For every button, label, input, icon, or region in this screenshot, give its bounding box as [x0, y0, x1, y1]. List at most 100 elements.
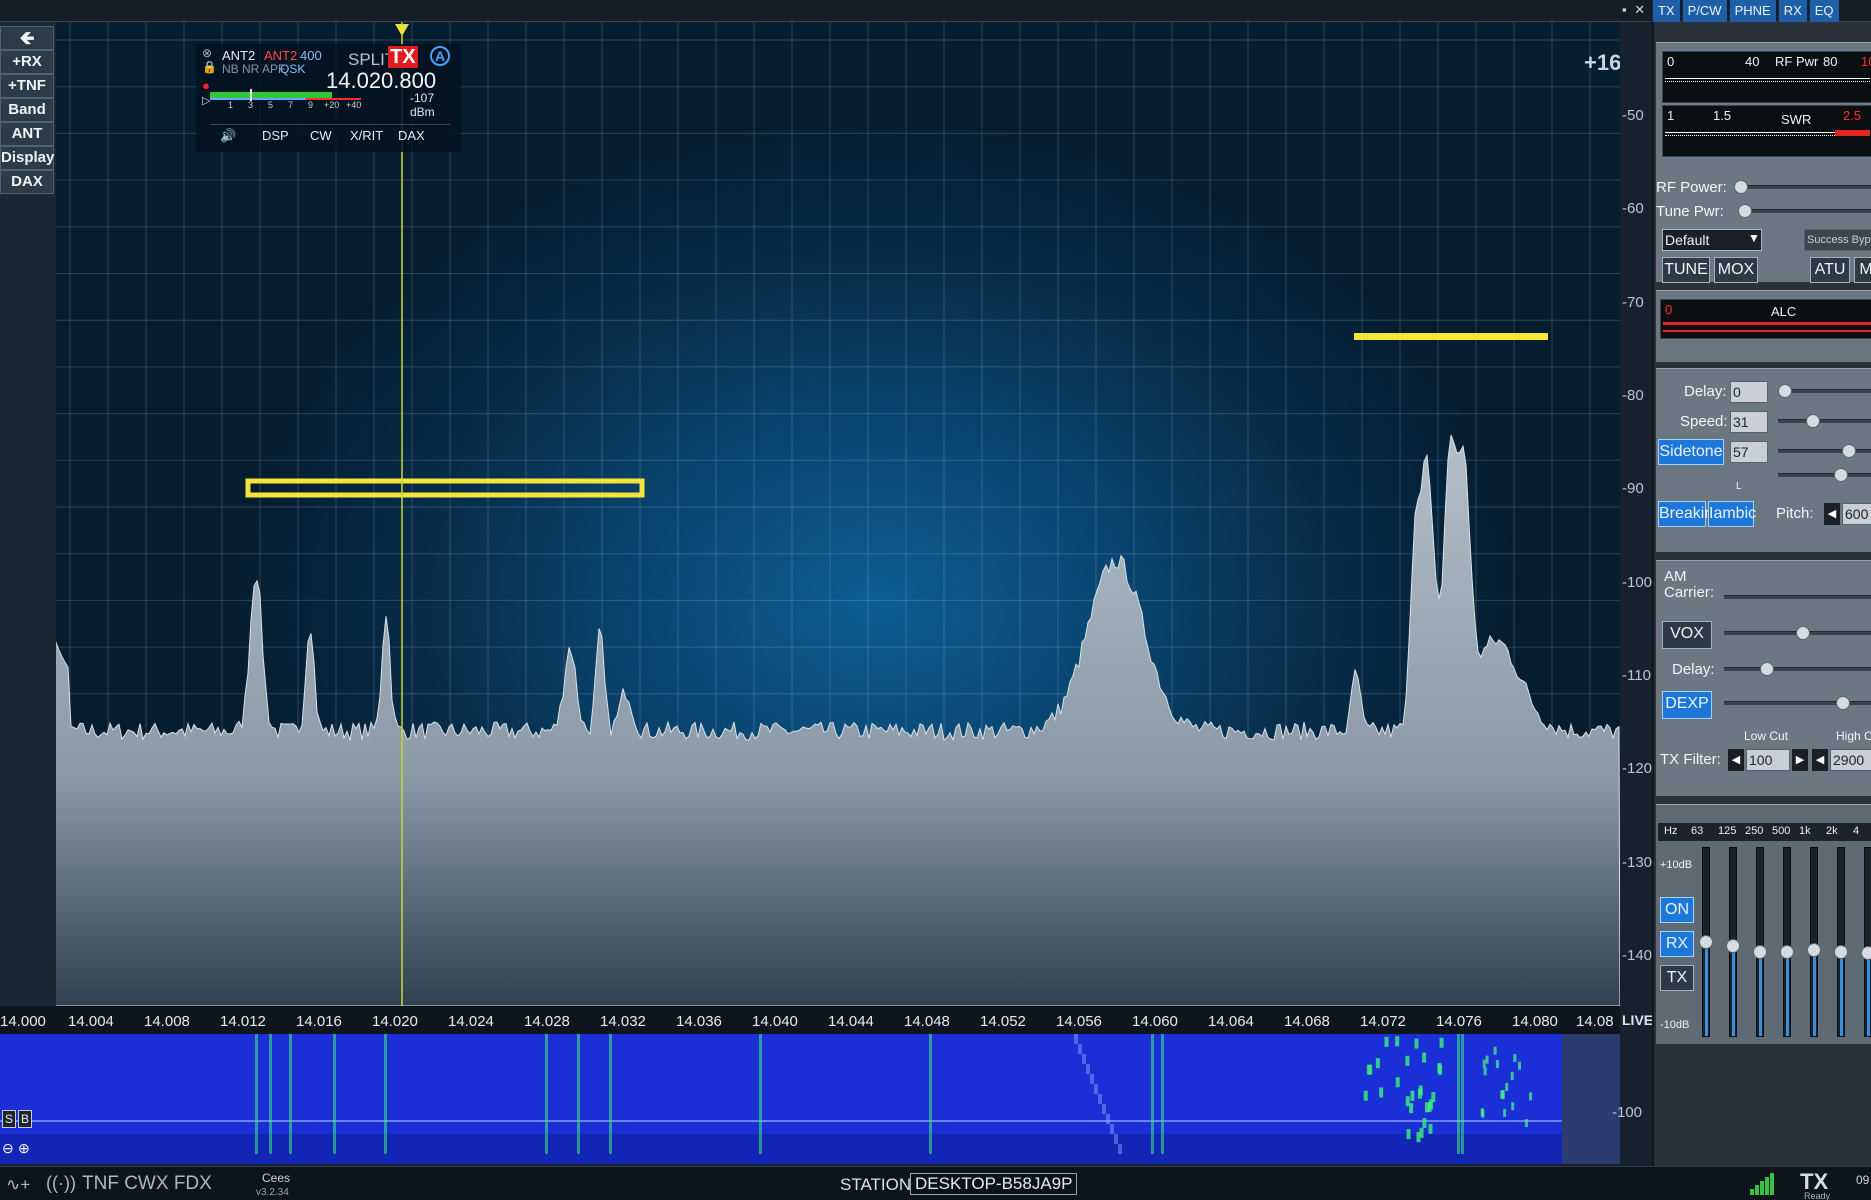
sidetone-button[interactable]: Sidetone [1658, 439, 1724, 465]
waterfall-signal [1161, 1034, 1164, 1154]
close-slice-icon[interactable]: ⊗ [202, 46, 212, 60]
slice-marker-icon[interactable] [395, 24, 409, 36]
eq-band-knob[interactable] [1861, 946, 1871, 961]
eq-band-slider[interactable] [1837, 847, 1845, 1037]
cw-delay-knob[interactable] [1778, 384, 1792, 398]
display-button[interactable]: Display [0, 146, 54, 170]
window-controls[interactable]: ▪ ✕ [1622, 2, 1647, 18]
rf-power-knob[interactable] [1734, 180, 1748, 194]
mode-flags[interactable]: TNF CWX FDX [82, 1173, 212, 1195]
tune-power-knob[interactable] [1738, 204, 1752, 218]
add-tnf-button[interactable]: +TNF [0, 74, 54, 98]
record-icon[interactable]: ● [202, 78, 210, 93]
tune-power-slider[interactable] [1742, 209, 1871, 213]
tab-pcw[interactable]: P/CW [1681, 0, 1727, 22]
cw-speed-field[interactable]: 31 [1730, 411, 1768, 433]
waterfall-s-button[interactable]: S [2, 1110, 16, 1128]
tx-badge[interactable]: TX [388, 46, 418, 68]
tx-profile-select[interactable]: Default [1662, 229, 1762, 251]
eq-on-button[interactable]: ON [1660, 897, 1694, 923]
low-cut-up-icon[interactable]: ▶ [1792, 749, 1808, 771]
waterfall-signal [1414, 1038, 1419, 1049]
station-name-field[interactable]: DESKTOP-B58JA9P [910, 1173, 1078, 1195]
xrit-tab[interactable]: X/RIT [350, 128, 383, 143]
eq-band-knob[interactable] [1834, 944, 1848, 959]
sidetone-field[interactable]: 57 [1730, 441, 1768, 463]
waterfall-b-button[interactable]: B [18, 1110, 32, 1128]
iambic-button[interactable]: Iambic [1708, 501, 1756, 527]
tab-tx[interactable]: TX [1652, 0, 1680, 22]
sidetone-pan-knob[interactable] [1834, 468, 1848, 482]
am-carrier-slider[interactable] [1724, 595, 1871, 599]
chevron-down-icon[interactable]: ▼ [1748, 231, 1760, 245]
cw-tab[interactable]: CW [310, 128, 332, 143]
eq-band-knob[interactable] [1807, 942, 1821, 957]
slice-flag[interactable]: ⊗ ANT2 ANT2 400 🔒 NB NR APF QSK ● ▷ SPLI… [196, 44, 461, 152]
eq-rx-button[interactable]: RX [1660, 931, 1694, 957]
freq-label: 14.008 [144, 1013, 190, 1030]
eq-band-knob[interactable] [1699, 935, 1713, 949]
eq-band-knob[interactable] [1726, 938, 1740, 953]
eq-band-slider[interactable] [1756, 847, 1764, 1037]
dax-button[interactable]: DAX [0, 170, 54, 194]
waveform-icon[interactable]: ∿+ [6, 1175, 30, 1195]
tab-phone[interactable]: PHNE [1728, 0, 1776, 22]
pitch-down-icon[interactable]: ◀ [1824, 503, 1840, 525]
cw-delay-field[interactable]: 0 [1730, 381, 1768, 403]
eq-tx-button[interactable]: TX [1660, 965, 1694, 991]
band-button[interactable]: Band [0, 98, 54, 122]
tab-eq[interactable]: EQ [1808, 0, 1839, 22]
back-arrow-icon[interactable]: 🡸 [0, 26, 54, 50]
eq-band-knob[interactable] [1753, 944, 1767, 959]
waterfall-image [0, 1034, 1620, 1164]
filter-width[interactable]: 400 [300, 48, 322, 63]
frequency-axis[interactable]: 14.000 14.004 14.008 14.012 14.016 14.02… [0, 1006, 1620, 1034]
mox-button[interactable]: MOX [1714, 257, 1758, 283]
mem-button[interactable]: M [1854, 257, 1871, 283]
atu-button[interactable]: ATU [1810, 257, 1850, 283]
zoom-in-icon[interactable]: ⊕ [18, 1140, 30, 1157]
eq-band-slider[interactable] [1864, 847, 1871, 1037]
vox-delay-slider[interactable] [1724, 667, 1871, 671]
high-cut-down-icon[interactable]: ◀ [1812, 749, 1828, 771]
cw-speed-knob[interactable] [1806, 414, 1820, 428]
waterfall[interactable]: S B ⊖ ⊕ [0, 1034, 1620, 1164]
waterfall-signal [1505, 1082, 1509, 1091]
pitch-field[interactable]: 600 [1842, 503, 1871, 525]
eq-band-slider[interactable] [1783, 847, 1791, 1037]
dsp-tab[interactable]: DSP [262, 128, 289, 143]
s-meter-scale: 1 3 5 7 9 +20 +40 [228, 100, 362, 110]
sidetone-pan-slider[interactable] [1778, 473, 1871, 477]
fft-display[interactable] [56, 22, 1620, 1006]
tx-ready-label: Ready [1804, 1191, 1831, 1200]
low-cut-field[interactable]: 100 [1746, 749, 1790, 771]
network-icon[interactable]: ((·)) [46, 1173, 76, 1194]
vox-knob[interactable] [1796, 626, 1810, 640]
dexp-button[interactable]: DEXP [1662, 691, 1712, 719]
vox-button[interactable]: VOX [1662, 621, 1712, 649]
tab-rx[interactable]: RX [1777, 0, 1807, 22]
sidetone-slider[interactable] [1778, 449, 1871, 453]
audio-tab-icon[interactable]: 🔊 [220, 128, 236, 144]
tx-antenna[interactable]: ANT2 [264, 48, 297, 63]
vox-delay-knob[interactable] [1760, 662, 1774, 676]
dexp-knob[interactable] [1836, 696, 1850, 710]
dax-tab[interactable]: DAX [398, 128, 425, 143]
breakin-button[interactable]: Breakin [1658, 501, 1713, 527]
add-rx-button[interactable]: +RX [0, 50, 54, 74]
lock-icon[interactable]: 🔒 [202, 60, 217, 74]
cw-speed-slider[interactable] [1778, 419, 1871, 423]
sidetone-knob[interactable] [1842, 444, 1856, 458]
rx-antenna[interactable]: ANT2 [222, 48, 255, 63]
tune-button[interactable]: TUNE [1662, 257, 1710, 283]
s-meter [210, 89, 400, 101]
panadapter[interactable]: +16dB △▽ ⊗ ANT2 ANT2 400 🔒 NB NR APF QSK… [56, 22, 1620, 1006]
low-cut-down-icon[interactable]: ◀ [1728, 749, 1744, 771]
rf-power-slider[interactable] [1738, 185, 1871, 189]
ant-button[interactable]: ANT [0, 122, 54, 146]
cw-speed-label: Speed: [1680, 413, 1728, 430]
eq-band-knob[interactable] [1780, 944, 1794, 959]
zoom-out-icon[interactable]: ⊖ [2, 1140, 14, 1157]
high-cut-field[interactable]: 2900 [1830, 749, 1871, 771]
waterfall-signal [289, 1034, 292, 1154]
